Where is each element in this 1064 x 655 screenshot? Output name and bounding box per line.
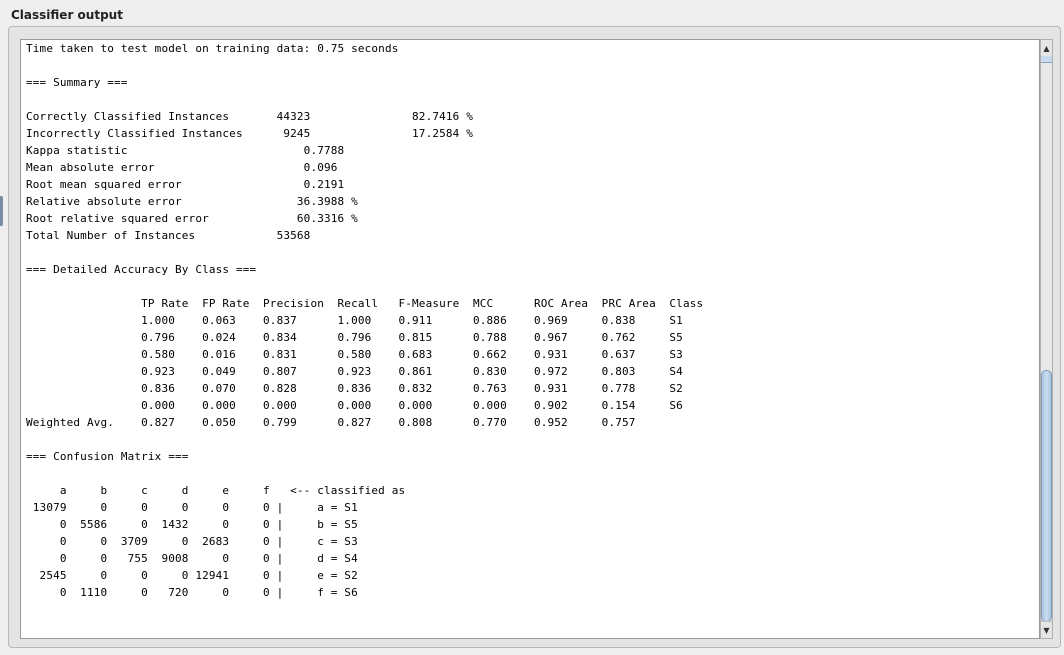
output-line: === Summary === [26, 76, 128, 89]
output-line: 0.580 0.016 0.831 0.580 0.683 0.662 0.93… [26, 348, 683, 361]
panel-title: Classifier output [11, 8, 123, 22]
output-line: 1.000 0.063 0.837 1.000 0.911 0.886 0.96… [26, 314, 683, 327]
output-line: 0.796 0.024 0.834 0.796 0.815 0.788 0.96… [26, 331, 683, 344]
scroll-down-icon[interactable]: ▼ [1041, 621, 1052, 638]
scroll-track-top [1041, 56, 1052, 63]
output-line: === Detailed Accuracy By Class === [26, 263, 257, 276]
output-line: Root mean squared error 0.2191 [26, 178, 345, 191]
output-line: 0 5586 0 1432 0 0 | b = S5 [26, 518, 358, 531]
output-line: TP Rate FP Rate Precision Recall F-Measu… [26, 297, 704, 310]
output-line: 0.923 0.049 0.807 0.923 0.861 0.830 0.97… [26, 365, 683, 378]
output-text: Time taken to test model on training dat… [26, 40, 703, 601]
output-line: 13079 0 0 0 0 0 | a = S1 [26, 501, 358, 514]
output-line: 0 1110 0 720 0 0 | f = S6 [26, 586, 358, 599]
output-line: 0.836 0.070 0.828 0.836 0.832 0.763 0.93… [26, 382, 683, 395]
output-line: Incorrectly Classified Instances 9245 17… [26, 127, 473, 140]
scroll-thumb[interactable] [1041, 370, 1052, 622]
classifier-output-text-area[interactable]: Time taken to test model on training dat… [20, 39, 1040, 639]
output-line: Correctly Classified Instances 44323 82.… [26, 110, 473, 123]
output-line: a b c d e f <-- classified as [26, 484, 406, 497]
output-line: === Confusion Matrix === [26, 450, 189, 463]
output-line: Weighted Avg. 0.827 0.050 0.799 0.827 0.… [26, 416, 636, 429]
output-line: Kappa statistic 0.7788 [26, 144, 345, 157]
output-line: Relative absolute error 36.3988 % [26, 195, 358, 208]
output-line: 0.000 0.000 0.000 0.000 0.000 0.000 0.90… [26, 399, 683, 412]
output-line: Root relative squared error 60.3316 % [26, 212, 358, 225]
output-line: Mean absolute error 0.096 [26, 161, 338, 174]
scroll-up-icon[interactable]: ▲ [1041, 40, 1052, 57]
output-line: 0 0 755 9008 0 0 | d = S4 [26, 552, 358, 565]
vertical-scrollbar[interactable]: ▲ ▼ [1040, 39, 1053, 639]
left-splitter-handle[interactable] [0, 196, 3, 226]
output-line: Total Number of Instances 53568 [26, 229, 311, 242]
output-line: Time taken to test model on training dat… [26, 42, 399, 55]
output-line: 2545 0 0 0 12941 0 | e = S2 [26, 569, 358, 582]
output-line: 0 0 3709 0 2683 0 | c = S3 [26, 535, 358, 548]
